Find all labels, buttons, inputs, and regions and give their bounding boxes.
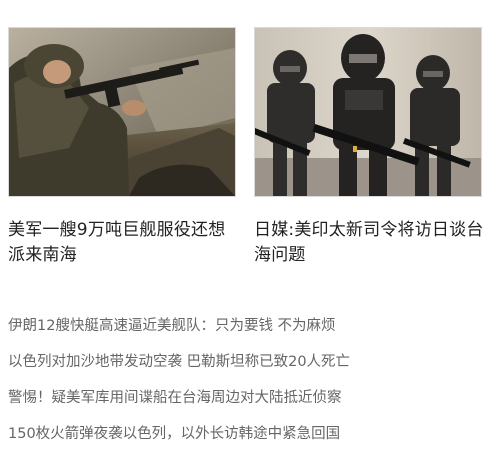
card-1-thumbnail[interactable] bbox=[8, 27, 236, 197]
news-list: 伊朗12艘快艇高速逼近美舰队：只为要钱 不为麻烦 以色列对加沙地带发动空袭 巴勒… bbox=[8, 314, 483, 458]
card-2-thumbnail[interactable] bbox=[254, 27, 482, 197]
news-item-1[interactable]: 伊朗12艘快艇高速逼近美舰队：只为要钱 不为麻烦 bbox=[8, 314, 483, 350]
card-2-title[interactable]: 日媒:美印太新司令将访日谈台海问题 bbox=[254, 218, 484, 268]
news-item-4[interactable]: 150枚火箭弹夜袭以色列，以外长访韩途中紧急回国 bbox=[8, 422, 483, 458]
card-1-title[interactable]: 美军一艘9万吨巨舰服役还想派来南海 bbox=[8, 218, 238, 268]
news-item-2[interactable]: 以色列对加沙地带发动空袭 巴勒斯坦称已致20人死亡 bbox=[8, 350, 483, 386]
featured-cards: 美军一艘9万吨巨舰服役还想派来南海 日媒:美印太新司令将访日谈台海问题 bbox=[8, 27, 484, 277]
featured-card-1[interactable]: 美军一艘9万吨巨舰服役还想派来南海 bbox=[8, 27, 236, 268]
armored-soldiers-image bbox=[255, 28, 481, 196]
featured-card-2[interactable]: 日媒:美印太新司令将访日谈台海问题 bbox=[254, 27, 484, 268]
news-item-3[interactable]: 警惕！疑美军库用间谍船在台海周边对大陆抵近侦察 bbox=[8, 386, 483, 422]
soldier-photo-image bbox=[9, 28, 235, 196]
